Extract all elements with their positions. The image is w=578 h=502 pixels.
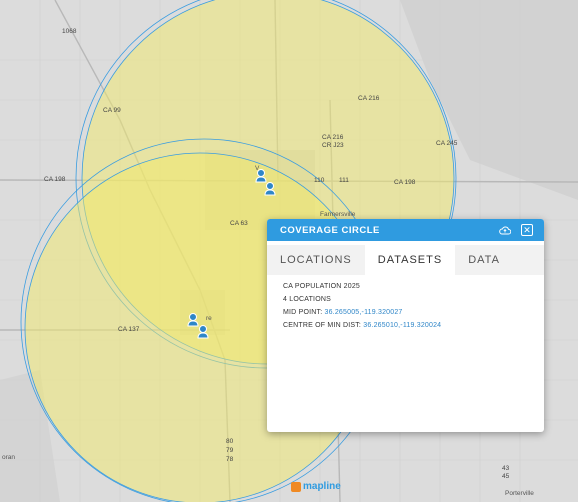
exit-label-80: 80 xyxy=(226,438,234,445)
locations-count: 4 LOCATIONS xyxy=(283,296,331,303)
centre-link[interactable]: 36.265010,-119.320024 xyxy=(363,322,441,329)
hwy-label-ca198-right: CA 198 xyxy=(394,179,416,186)
exit-label-110: 110 xyxy=(314,177,325,184)
mapline-logo: mapline xyxy=(291,481,341,492)
tab-datasets[interactable]: DATASETS xyxy=(364,245,456,275)
mid-point-label: MID POINT: xyxy=(283,309,323,316)
close-icon[interactable]: ✕ xyxy=(520,223,534,237)
mid-point-row: MID POINT: 36.265005,-119.320027 xyxy=(283,309,528,316)
exit-label-111: 111 xyxy=(339,177,349,184)
popup-content: CA POPULATION 2025 4 LOCATIONS MID POINT… xyxy=(267,275,544,343)
dataset-name: CA POPULATION 2025 xyxy=(283,283,361,290)
city-label-porterville: Porterville xyxy=(505,490,534,497)
logo-text: mapline xyxy=(303,481,341,492)
exit-label-43: 43 xyxy=(502,465,510,472)
hwy-label-ca245: CA 245 xyxy=(436,140,458,147)
hwy-label-ca137: CA 137 xyxy=(118,326,140,333)
hwy-label-cr-j23: CR J23 xyxy=(322,142,344,149)
exit-label-79: 79 xyxy=(226,447,234,454)
hwy-label-ca63: CA 63 xyxy=(230,220,248,227)
logo-icon xyxy=(291,481,301,492)
coverage-circle-popup: COVERAGE CIRCLE ✕ LOCATIONS DATASETS DAT… xyxy=(267,219,544,432)
hwy-label-ca216-top: CA 216 xyxy=(358,95,380,102)
tab-data[interactable]: DATA xyxy=(455,245,513,275)
hwy-label-ca99: CA 99 xyxy=(103,107,121,114)
popup-tabs: LOCATIONS DATASETS DATA xyxy=(267,245,544,275)
hwy-label-1068: 1068 xyxy=(62,28,77,35)
centre-label: CENTRE OF MIN DIST: xyxy=(283,322,362,329)
city-label-farmersville: Farmersville xyxy=(320,211,356,218)
tab-locations[interactable]: LOCATIONS xyxy=(267,245,365,275)
mid-point-link[interactable]: 36.265005,-119.320027 xyxy=(325,309,403,316)
centre-row: CENTRE OF MIN DIST: 36.265010,-119.32002… xyxy=(283,322,528,329)
popup-header: COVERAGE CIRCLE ✕ xyxy=(267,219,544,241)
hwy-label-ca216-mid: CA 216 xyxy=(322,134,344,141)
exit-label-45: 45 xyxy=(502,473,510,480)
cloud-icon[interactable] xyxy=(498,223,512,237)
exit-label-78: 78 xyxy=(226,456,234,463)
popup-title: COVERAGE CIRCLE xyxy=(280,224,380,236)
city-label-tulare: re xyxy=(206,315,212,322)
city-label-oran: oran xyxy=(2,454,15,461)
hwy-label-ca198-left: CA 198 xyxy=(44,176,66,183)
